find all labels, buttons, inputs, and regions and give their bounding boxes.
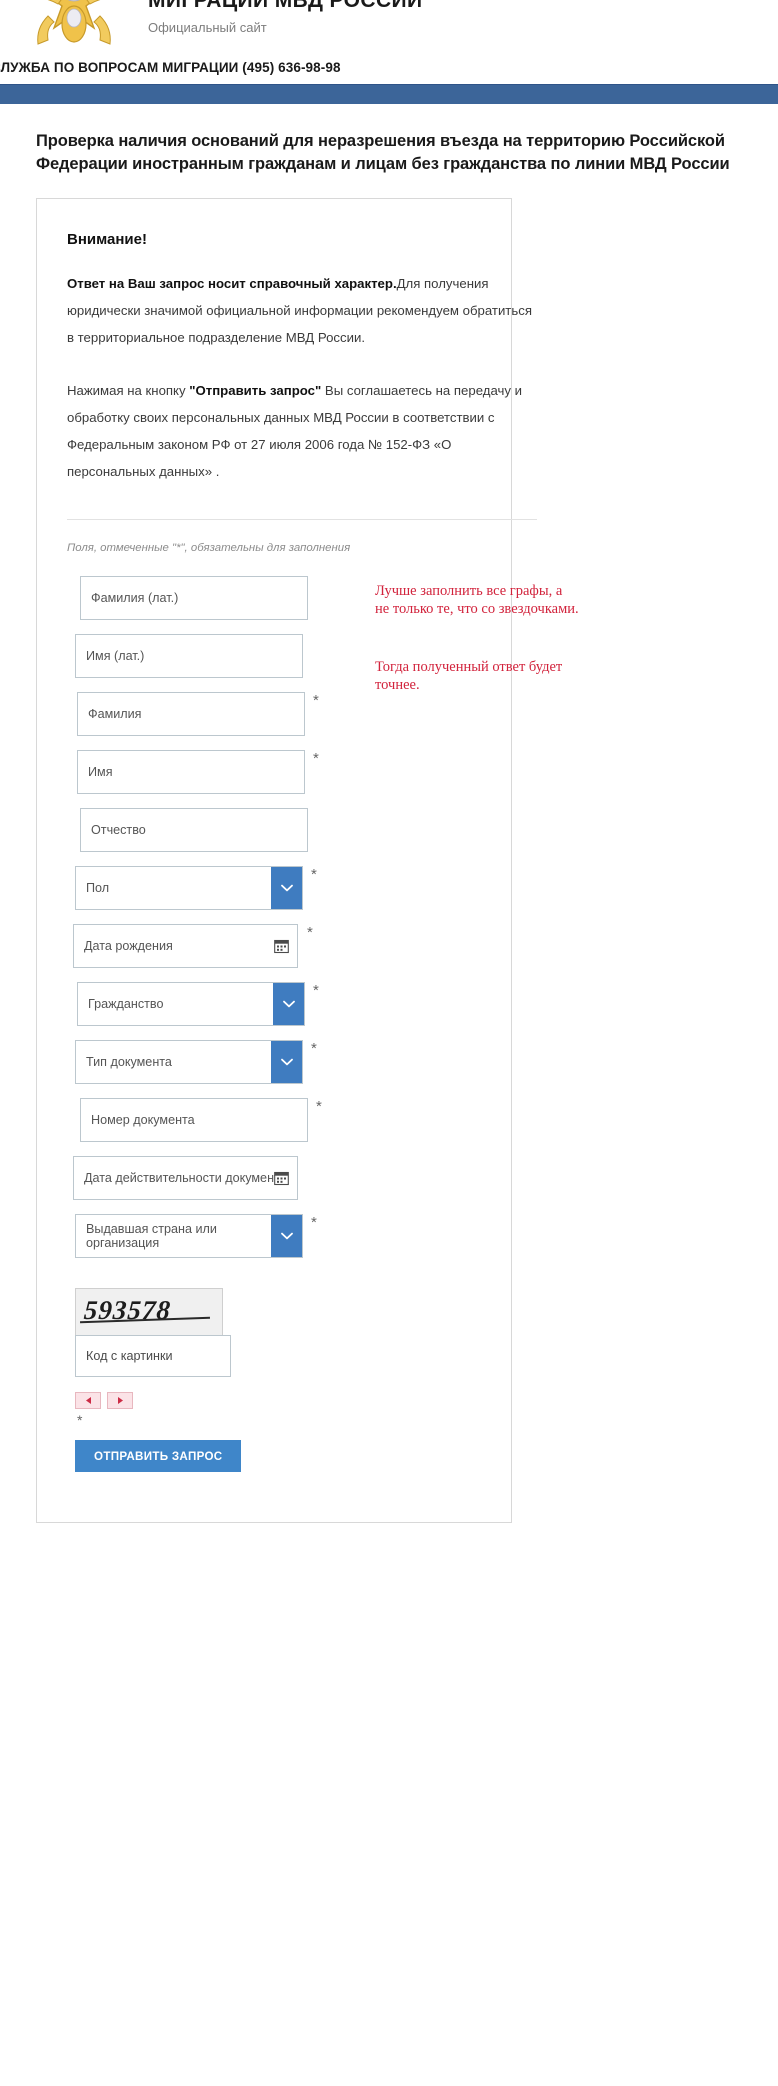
nav-bar [0,84,778,104]
hotline-bar: ВОЧНАЯ СЛУЖБА ПО ВОПРОСАМ МИГРАЦИИ (495)… [0,58,778,84]
issuing-country-required-marker: * [311,1214,317,1231]
surname-latin-input[interactable]: Фамилия (лат.) [80,576,308,620]
section-divider [67,519,537,520]
form-card: Внимание! Ответ на Ваш запрос носит спра… [36,198,579,1523]
birthdate-label: Дата рождения [84,939,173,953]
site-header: МИГРАЦИИ МВД РОССИИ Официальный сайт [0,0,778,58]
chevron-down-icon[interactable] [271,1215,302,1257]
gender-required-marker: * [311,866,317,883]
captcha-block: 593578 Код с картинки * Отправить запрос [67,1288,481,1488]
field-row-citizenship: Гражданство * [67,982,481,1026]
page-title-line-2: Федерации иностранным гражданам и лицам … [36,155,730,173]
header-titles: МИГРАЦИИ МВД РОССИИ Официальный сайт [148,0,423,36]
notice-p2-pre: Нажимая на кнопку [67,383,190,398]
citizenship-label: Гражданство [88,997,164,1011]
field-row-birthdate: Дата рождения * [67,924,481,968]
notice-p2-bold: "Отправить запрос" [189,383,322,398]
patronymic-label: Отчество [91,823,146,837]
field-row-document-type: Тип документа * [67,1040,481,1084]
application-form: Лучше заполнить все графы, а не только т… [67,576,579,1488]
birthdate-required-marker: * [307,924,313,941]
document-number-input[interactable]: Номер документа [80,1098,308,1142]
citizenship-select[interactable]: Гражданство [77,982,305,1026]
calendar-icon[interactable] [274,939,289,954]
chevron-down-icon[interactable] [271,867,302,909]
firstname-input[interactable]: Имя [77,750,305,794]
firstname-label: Имя [88,765,113,779]
mvd-emblem-icon [18,0,130,58]
notice-p1-bold: Ответ на Ваш запрос носит справочный хар… [67,276,397,291]
captcha-controls [75,1392,133,1409]
field-row-surname-latin: Фамилия (лат.) [67,576,481,620]
patronymic-input[interactable]: Отчество [80,808,308,852]
document-type-required-marker: * [311,1040,317,1057]
issuing-country-select[interactable]: Выдавшая страна или организация [75,1214,303,1258]
triangle-left-icon[interactable] [75,1392,101,1409]
field-row-document-number: Номер документа * [67,1098,481,1142]
document-type-select[interactable]: Тип документа [75,1040,303,1084]
triangle-right-icon[interactable] [107,1392,133,1409]
page-title: Проверка наличия оснований для неразреше… [36,130,778,176]
required-fields-note: Поля, отмеченные "*", обязательны для за… [67,542,351,554]
field-row-firstname: Имя * [67,750,481,794]
surname-label: Фамилия [88,707,142,721]
captcha-input[interactable]: Код с картинки [75,1335,231,1377]
birthdate-input[interactable]: Дата рождения [73,924,298,968]
document-number-required-marker: * [316,1098,322,1115]
firstname-latin-input[interactable]: Имя (лат.) [75,634,303,678]
field-row-surname: Фамилия * [67,692,481,736]
document-type-label: Тип документа [86,1055,172,1069]
site-title: МИГРАЦИИ МВД РОССИИ [148,0,423,12]
captcha-image: 593578 [75,1288,223,1336]
notice-heading: Внимание! [67,231,147,248]
document-number-label: Номер документа [91,1113,195,1127]
field-row-patronymic: Отчество [67,808,481,852]
submit-request-button[interactable]: Отправить запрос [75,1440,242,1472]
surname-latin-label: Фамилия (лат.) [91,591,179,605]
citizenship-required-marker: * [313,982,319,999]
document-valid-date-input[interactable]: Дата действительности документа [73,1156,298,1200]
page-title-line-1: Проверка наличия оснований для неразреше… [36,132,725,150]
captcha-required-marker: * [77,1412,83,1428]
gender-label: Пол [86,881,110,895]
field-row-firstname-latin: Имя (лат.) [67,634,481,678]
document-valid-date-label: Дата действительности документа [84,1171,287,1185]
field-row-gender: Пол * [67,866,481,910]
surname-input[interactable]: Фамилия [77,692,305,736]
firstname-latin-label: Имя (лат.) [86,649,145,663]
field-row-issuing-country: Выдавшая страна или организация * [67,1214,481,1258]
calendar-icon[interactable] [274,1171,289,1186]
field-row-document-valid-date: Дата действительности документа [67,1156,481,1200]
surname-required-marker: * [313,692,319,709]
chevron-down-icon[interactable] [271,1041,302,1083]
site-subtitle: Официальный сайт [148,20,267,35]
captcha-input-label: Код с картинки [86,1349,173,1363]
notice-paragraph-2: Нажимая на кнопку "Отправить запрос" Вы … [67,377,537,485]
chevron-down-icon[interactable] [273,983,304,1025]
hotline-text: ВОЧНАЯ СЛУЖБА ПО ВОПРОСАМ МИГРАЦИИ (495)… [0,60,341,75]
gender-select[interactable]: Пол [75,866,303,910]
issuing-country-label: Выдавшая страна или организация [86,1222,217,1250]
notice-paragraph-1: Ответ на Ваш запрос носит справочный хар… [67,270,537,351]
firstname-required-marker: * [313,750,319,767]
